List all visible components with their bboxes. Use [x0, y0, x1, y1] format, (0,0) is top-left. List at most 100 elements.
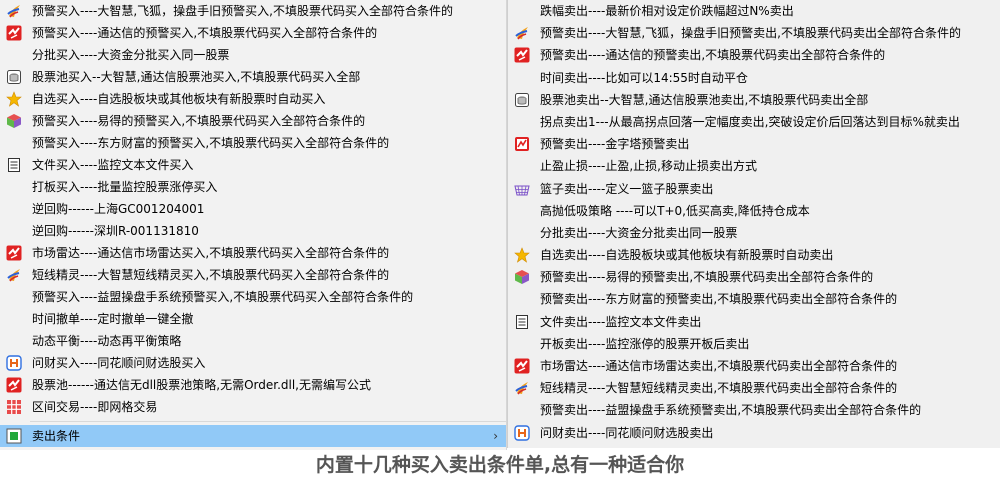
blank-icon: [514, 291, 530, 307]
blank-icon: [6, 223, 22, 239]
blank-icon: [514, 158, 530, 174]
blank-icon: [514, 114, 530, 130]
blank-icon: [514, 70, 530, 86]
menu-item[interactable]: 预警买入----东方财富的预警买入,不填股票代码买入全部符合条件的: [0, 132, 506, 154]
menu-item[interactable]: 开板卖出----监控涨停的股票开板后卖出: [508, 333, 1000, 355]
menu-item-label: 预警卖出----东方财富的预警卖出,不填股票代码卖出全部符合条件的: [540, 292, 898, 307]
menu-item-label: 卖出条件: [32, 429, 81, 443]
menu-item[interactable]: 预警买入----易得的预警买入,不填股票代码买入全部符合条件的: [0, 110, 506, 132]
menu-item-label: 预警买入----易得的预警买入,不填股票代码买入全部符合条件的: [32, 114, 366, 128]
pyramid-icon: [514, 136, 530, 152]
menu-item[interactable]: 预警买入----通达信的预警买入,不填股票代码买入全部符合条件的: [0, 22, 506, 44]
menu-item[interactable]: 预警卖出----大智慧,飞狐，操盘手旧预警卖出,不填股票代码卖出全部符合条件的: [508, 22, 1000, 44]
square-icon: [6, 428, 22, 444]
menu-separator: [30, 421, 506, 422]
database-icon: [514, 92, 530, 108]
menu-item[interactable]: 股票池------通达信无dll股票池策略,无需Order.dll,无需编写公式: [0, 374, 506, 396]
document-icon: [6, 157, 22, 173]
menu-item[interactable]: 时间撤单----定时撤单一键全撤: [0, 308, 506, 330]
menu-item[interactable]: 文件卖出----监控文本文件卖出: [508, 311, 1000, 333]
blank-icon: [6, 333, 22, 349]
blank-icon: [514, 225, 530, 241]
ths-icon: [514, 424, 530, 441]
menu-item[interactable]: 止盈止损----止盈,止损,移动止损卖出方式: [508, 155, 1000, 177]
menu-item-label: 预警卖出----易得的预警卖出,不填股票代码卖出全部符合条件的: [540, 270, 874, 285]
menu-item-label: 市场雷达----通达信市场雷达买入,不填股票代码买入全部符合条件的: [32, 246, 390, 260]
menu-item[interactable]: 分批卖出----大资金分批卖出同一股票: [508, 222, 1000, 244]
blank-icon: [6, 289, 22, 305]
menu-item-label: 高抛低吸策略 ----可以T+0,低买高卖,降低持仓成本: [540, 203, 810, 218]
menu-item[interactable]: 预警买入----益盟操盘手系统预警买入,不填股票代码买入全部符合条件的: [0, 286, 506, 308]
menu-item-label: 预警卖出----金字塔预警卖出: [540, 137, 690, 152]
buy-conditions-menu: 预警买入----大智慧,飞狐，操盘手旧预警买入,不填股票代码买入全部符合条件的预…: [0, 0, 507, 450]
footer-caption: 内置十几种买入卖出条件单,总有一种适合你: [315, 454, 685, 476]
sell-conditions-menu-item[interactable]: 卖出条件 ›: [0, 425, 506, 447]
menu-item[interactable]: 逆回购------深圳R-001131810: [0, 220, 506, 242]
menu-item[interactable]: 高抛低吸策略 ----可以T+0,低买高卖,降低持仓成本: [508, 200, 1000, 222]
cube-icon: [6, 113, 22, 129]
menu-item[interactable]: 短线精灵----大智慧短线精灵买入,不填股票代码买入全部符合条件的: [0, 264, 506, 286]
blank-icon: [514, 336, 530, 352]
menu-item-label: 动态平衡----动态再平衡策略: [32, 334, 182, 348]
menu-item-label: 预警卖出----益盟操盘手系统预警卖出,不填股票代码卖出全部符合条件的: [540, 403, 922, 418]
blank-icon: [514, 3, 530, 19]
menu-item-label: 股票池------通达信无dll股票池策略,无需Order.dll,无需编写公式: [32, 378, 371, 392]
menu-item[interactable]: 篮子卖出----定义一篮子股票卖出: [508, 178, 1000, 200]
blank-icon: [6, 311, 22, 327]
menu-item-label: 问财卖出----同花顺问财选股卖出: [540, 425, 714, 440]
menu-item[interactable]: 预警卖出----易得的预警卖出,不填股票代码卖出全部符合条件的: [508, 266, 1000, 288]
flame-icon: [514, 380, 530, 396]
menu-item[interactable]: 动态平衡----动态再平衡策略: [0, 330, 506, 352]
menu-item[interactable]: 预警卖出----金字塔预警卖出: [508, 133, 1000, 155]
menu-item[interactable]: 市场雷达----通达信市场雷达卖出,不填股票代码卖出全部符合条件的: [508, 355, 1000, 377]
menu-item[interactable]: 股票池买入--大智慧,通达信股票池买入,不填股票代码买入全部: [0, 66, 506, 88]
menu-item[interactable]: 文件买入----监控文本文件买入: [0, 154, 506, 176]
menu-item[interactable]: 问财买入----同花顺问财选股买入: [0, 352, 506, 374]
menu-item-label: 打板买入----批量监控股票涨停买入: [32, 180, 218, 194]
menu-item[interactable]: 问财卖出----同花顺问财选股卖出: [508, 422, 1000, 444]
menu-item[interactable]: 股票池卖出--大智慧,通达信股票池卖出,不填股票代码卖出全部: [508, 89, 1000, 111]
blank-icon: [6, 135, 22, 151]
flame-icon: [6, 267, 22, 283]
menu-item[interactable]: 时间卖出----比如可以14:55时自动平仓: [508, 67, 1000, 89]
cube-icon: [514, 269, 530, 285]
menu-item[interactable]: 分批买入----大资金分批买入同一股票: [0, 44, 506, 66]
menu-item[interactable]: 短线精灵----大智慧短线精灵卖出,不填股票代码卖出全部符合条件的: [508, 377, 1000, 399]
menu-item-label: 时间撤单----定时撤单一键全撤: [32, 312, 194, 326]
menu-item-label: 开板卖出----监控涨停的股票开板后卖出: [540, 336, 750, 351]
menu-item-label: 市场雷达----通达信市场雷达卖出,不填股票代码卖出全部符合条件的: [540, 359, 898, 373]
blank-icon: [6, 179, 22, 195]
chevron-right-icon: ›: [493, 429, 498, 443]
menu-item[interactable]: 预警卖出----通达信的预警卖出,不填股票代码卖出全部符合条件的: [508, 44, 1000, 66]
menu-item-label: 预警卖出----通达信的预警卖出,不填股票代码卖出全部符合条件的: [540, 48, 886, 63]
menu-item-label: 短线精灵----大智慧短线精灵卖出,不填股票代码卖出全部符合条件的: [540, 381, 898, 396]
menu-item-label: 预警买入----益盟操盘手系统预警买入,不填股票代码买入全部符合条件的: [32, 290, 414, 304]
basket-icon: [514, 181, 530, 197]
menu-item-label: 自选卖出----自选股板块或其他板块有新股票时自动卖出: [540, 248, 834, 263]
menu-item[interactable]: 预警卖出----东方财富的预警卖出,不填股票代码卖出全部符合条件的: [508, 288, 1000, 310]
menu-item[interactable]: 市场雷达----通达信市场雷达买入,不填股票代码买入全部符合条件的: [0, 242, 506, 264]
grid-icon: [6, 399, 22, 415]
menu-item[interactable]: 区间交易----即网格交易: [0, 396, 506, 418]
menu-item[interactable]: 逆回购------上海GC001204001: [0, 198, 506, 220]
menu-item-label: 跌幅卖出----最新价相对设定价跌幅超过N%卖出: [540, 4, 794, 18]
menu-item[interactable]: 跌幅卖出----最新价相对设定价跌幅超过N%卖出: [508, 0, 1000, 22]
blank-icon: [6, 47, 22, 63]
menu-item-label: 预警买入----通达信的预警买入,不填股票代码买入全部符合条件的: [32, 26, 378, 40]
flame-icon: [514, 25, 530, 41]
menu-item-label: 拐点卖出1---从最高拐点回落一定幅度卖出,突破设定价后回落达到目标%就卖出: [540, 114, 960, 129]
menu-item[interactable]: 自选买入----自选股板块或其他板块有新股票时自动买入: [0, 88, 506, 110]
menu-item-label: 自选买入----自选股板块或其他板块有新股票时自动买入: [32, 92, 326, 106]
menu-item-label: 文件买入----监控文本文件买入: [32, 158, 194, 172]
blank-icon: [514, 402, 530, 418]
menu-item[interactable]: 预警买入----大智慧,飞狐，操盘手旧预警买入,不填股票代码买入全部符合条件的: [0, 0, 506, 22]
sell-conditions-submenu: 跌幅卖出----最新价相对设定价跌幅超过N%卖出预警卖出----大智慧,飞狐，操…: [507, 0, 1000, 448]
menu-item[interactable]: 打板买入----批量监控股票涨停买入: [0, 176, 506, 198]
menu-item[interactable]: 拐点卖出1---从最高拐点回落一定幅度卖出,突破设定价后回落达到目标%就卖出: [508, 111, 1000, 133]
menu-item-label: 股票池买入--大智慧,通达信股票池买入,不填股票代码买入全部: [32, 70, 361, 84]
tdx-red-icon: [6, 25, 22, 41]
menu-item-label: 逆回购------深圳R-001131810: [32, 224, 199, 238]
database-icon: [6, 69, 22, 85]
menu-item[interactable]: 预警卖出----益盟操盘手系统预警卖出,不填股票代码卖出全部符合条件的: [508, 399, 1000, 421]
menu-item[interactable]: 自选卖出----自选股板块或其他板块有新股票时自动卖出: [508, 244, 1000, 266]
